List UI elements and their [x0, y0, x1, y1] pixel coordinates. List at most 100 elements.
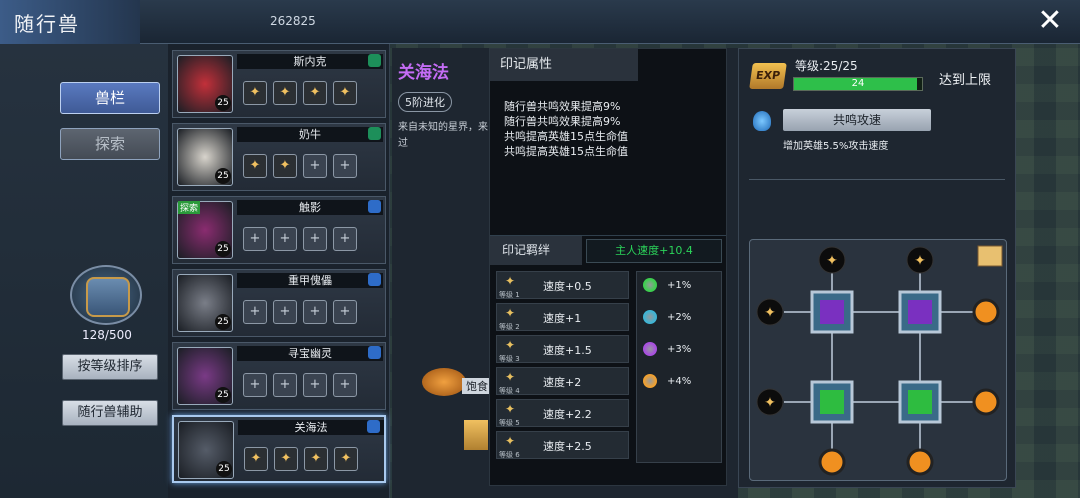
orange-orb-icon[interactable] [972, 298, 1000, 326]
bond-header: 印记羁绊 主人速度+10.4 [490, 235, 726, 265]
percent-value: +4% [667, 376, 692, 387]
speed-row-value: 速度+2.2 [543, 408, 592, 421]
mark-slot-filled[interactable]: ✦ [334, 447, 358, 471]
speed-row: ✦ 等级 4 速度+2 [496, 367, 629, 395]
mark-header: 印记属性 [490, 49, 638, 81]
mark-slot-filled[interactable]: ✦ [333, 81, 357, 105]
mark-slot-filled[interactable]: ✦ [304, 447, 328, 471]
mark-slot-add-icon[interactable]: + [273, 227, 297, 251]
percent-value: +1% [667, 280, 692, 291]
pet-card[interactable]: 25 触影 探索 + + + + [172, 196, 386, 264]
exp-bar: 24 [793, 77, 923, 91]
exp-badge: EXP [749, 63, 787, 89]
pet-badge-icon [368, 127, 381, 140]
mark-slot-filled[interactable]: ✦ [303, 81, 327, 105]
mark-attribute: 随行兽共鸣效果提高9% [504, 115, 621, 128]
speed-row-level: 等级 5 [499, 419, 520, 427]
speed-row-value: 速度+1.5 [543, 344, 592, 357]
pet-level: 25 [215, 314, 231, 330]
mark-slot-add-icon[interactable]: + [273, 300, 297, 324]
top-bar: 随行兽 262825 ✕ [0, 0, 1080, 44]
orange-orb-icon[interactable] [818, 448, 846, 476]
sort-by-level-button[interactable]: 按等级排序 [62, 354, 158, 380]
resource-counter: 262825 [270, 14, 316, 28]
pet-badge-icon [368, 273, 381, 286]
pet-badge-icon [368, 54, 381, 67]
page-title: 随行兽 [14, 12, 80, 36]
mark-attributes: 随行兽共鸣效果提高9% 随行兽共鸣效果提高9% 共鸣提高英雄15点生命值 共鸣提… [504, 99, 628, 159]
talent-node[interactable] [810, 290, 854, 334]
mark-slot-filled[interactable]: ✦ [243, 154, 267, 178]
talent-node[interactable] [898, 290, 942, 334]
mark-slot-add-icon[interactable]: + [333, 300, 357, 324]
talent-tree: ✦ ✦ ✦ ✦ [749, 239, 1007, 481]
food-icon[interactable] [422, 368, 466, 396]
svg-text:✦: ✦ [764, 395, 776, 411]
mark-slot-add-icon[interactable]: + [333, 154, 357, 178]
talent-node[interactable] [810, 380, 854, 424]
speed-icon: ✦ [504, 434, 516, 448]
orb-icon [643, 342, 657, 356]
mark-slot-add-icon[interactable]: + [243, 227, 267, 251]
talent-node[interactable] [898, 380, 942, 424]
pet-detail-name: 关海法 [398, 63, 449, 83]
mark-slot-filled[interactable]: ✦ [244, 447, 268, 471]
bond-bonus: 主人速度+10.4 [586, 239, 722, 263]
percent-row: +2% [643, 310, 691, 324]
pet-portrait: 25 [177, 347, 233, 405]
bond-label: 印记羁绊 [490, 236, 582, 265]
mark-slot-add-icon[interactable]: + [303, 227, 327, 251]
speed-icon: ✦ [504, 370, 516, 384]
close-icon[interactable]: ✕ [1034, 6, 1066, 38]
food-label[interactable]: 饱食 [462, 378, 492, 394]
percent-row: +3% [643, 342, 691, 356]
mark-slot-add-icon[interactable]: + [303, 154, 327, 178]
pet-level: 25 [215, 387, 231, 403]
speed-row-level: 等级 1 [499, 291, 520, 299]
pet-card[interactable]: 25 重甲傀儡 + + + + [172, 269, 386, 337]
divider [749, 179, 1005, 180]
mark-slot-add-icon[interactable]: + [303, 300, 327, 324]
mark-slot-add-icon[interactable]: + [333, 227, 357, 251]
speed-icon: ✦ [504, 306, 516, 320]
mark-slot-add-icon[interactable]: + [273, 373, 297, 397]
evolution-badge[interactable]: 5阶进化 [398, 92, 452, 112]
orange-orb-icon[interactable] [972, 388, 1000, 416]
pet-list[interactable]: 25 斯内克 ✦ ✦ ✦ ✦ 25 奶牛 ✦ ✦ + + 25 触影 探索 + + + + 25 … [168, 44, 390, 498]
speed-row: ✦ 等级 5 速度+2.2 [496, 399, 629, 427]
pet-card[interactable]: 25 关海法 ✦ ✦ ✦ ✦ [172, 415, 386, 483]
mark-attribute: 共鸣提高英雄15点生命值 [504, 130, 628, 143]
resonance-skill-desc: 增加英雄5.5%攻击速度 [783, 141, 889, 152]
mark-slot-filled[interactable]: ✦ [273, 81, 297, 105]
mark-slot-filled[interactable]: ✦ [273, 154, 297, 178]
percent-value: +3% [667, 344, 692, 355]
pet-badge-icon [368, 346, 381, 359]
pet-card[interactable]: 25 寻宝幽灵 + + + + [172, 342, 386, 410]
resonance-panel: EXP 等级:25/25 24 达到上限 共鸣攻速 增加英雄5.5%攻击速度 ✦… [738, 48, 1016, 488]
mark-slot-add-icon[interactable]: + [243, 300, 267, 324]
bag-count: 128/500 [82, 328, 132, 342]
mark-slot-add-icon[interactable]: + [333, 373, 357, 397]
book-icon[interactable] [977, 245, 1003, 267]
action-button[interactable] [464, 420, 488, 450]
mark-slot-filled[interactable]: ✦ [274, 447, 298, 471]
tab-pets[interactable]: 兽栏 [60, 82, 160, 114]
speed-row: ✦ 等级 2 速度+1 [496, 303, 629, 331]
mark-slot-filled[interactable]: ✦ [243, 81, 267, 105]
mark-slots: ✦ ✦ ✦ ✦ [244, 447, 358, 471]
mark-slot-add-icon[interactable]: + [243, 373, 267, 397]
pet-assist-button[interactable]: 随行兽辅助 [62, 400, 158, 426]
pet-card[interactable]: 25 斯内克 ✦ ✦ ✦ ✦ [172, 50, 386, 118]
resonance-skill-button[interactable]: 共鸣攻速 [783, 109, 931, 131]
tab-explore[interactable]: 探索 [60, 128, 160, 160]
speed-row-level: 等级 2 [499, 323, 520, 331]
bag-icon[interactable] [70, 265, 142, 325]
left-sidebar: 兽栏 探索 128/500 按等级排序 随行兽辅助 [0, 44, 168, 498]
pet-card[interactable]: 25 奶牛 ✦ ✦ + + [172, 123, 386, 191]
pet-badge-icon [368, 200, 381, 213]
orange-orb-icon[interactable] [906, 448, 934, 476]
orb-icon [643, 278, 657, 292]
speed-row: ✦ 等级 6 速度+2.5 [496, 431, 629, 459]
pet-name: 关海法 [238, 420, 384, 435]
mark-slot-add-icon[interactable]: + [303, 373, 327, 397]
